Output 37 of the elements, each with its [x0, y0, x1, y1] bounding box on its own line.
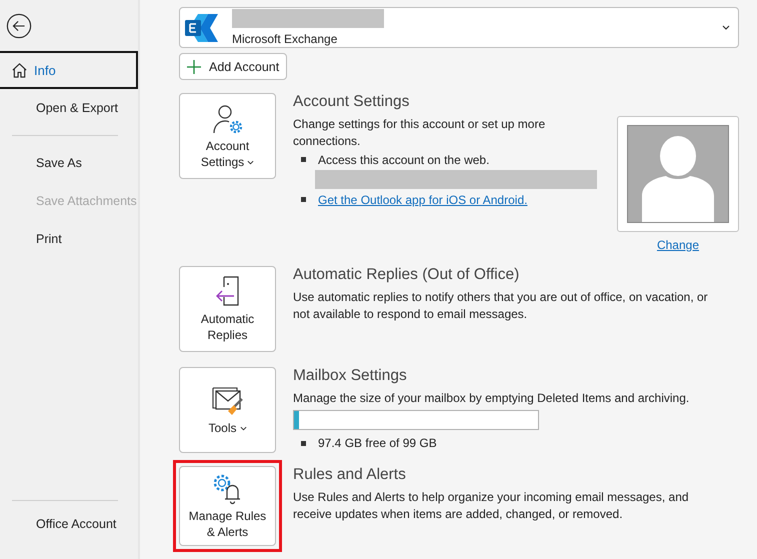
- action-button[interactable]: Manage Rules & Alerts: [179, 466, 276, 546]
- section-description: Manage the size of your mailbox by emptying Deleted Items and archiving.: [293, 390, 690, 407]
- section-title: Automatic Replies (Out of Office): [293, 266, 520, 284]
- chevron-icon: [722, 25, 730, 30]
- action-button[interactable]: Automatic Replies: [179, 266, 276, 352]
- sidebar-item[interactable]: Save As: [0, 144, 138, 182]
- bullet-icon: [301, 440, 306, 446]
- home-icon: [11, 62, 28, 78]
- back-icon[interactable]: [6, 13, 32, 39]
- section-description: Change settings for this account or set up more connections.: [293, 116, 546, 150]
- exchange-logo-icon: [184, 12, 220, 42]
- add-account-button[interactable]: Add Account: [179, 53, 288, 80]
- sidebar-item[interactable]: Open & Export: [0, 89, 138, 127]
- chevron-icon: [240, 426, 246, 431]
- plus-icon: [187, 60, 201, 74]
- section-description: Use automatic replies to notify others that you are out of office, on vacation, or not available to respond to email messages.: [293, 289, 709, 323]
- envelope-brush-icon: [212, 384, 244, 416]
- change-photo-link[interactable]: Change: [656, 238, 700, 252]
- avatar-icon: [627, 125, 729, 223]
- outlook-app-link[interactable]: Get the Outlook app for iOS or Android.: [318, 192, 528, 206]
- action-button[interactable]: Tools: [179, 367, 276, 453]
- chevron-icon: [247, 160, 254, 165]
- person-gear-icon: [212, 102, 244, 134]
- account-type: Microsoft Exchange: [232, 32, 338, 46]
- section-title: Account Settings: [293, 93, 410, 111]
- section-title: Rules and Alerts: [293, 466, 407, 484]
- bullet-text: Access this account on the web.: [318, 152, 490, 166]
- storage-text: 97.4 GB free of 99 GB: [318, 436, 437, 450]
- bullet-icon: [301, 157, 306, 162]
- section-title: Mailbox Settings: [293, 367, 408, 385]
- action-button[interactable]: Account Settings: [179, 93, 276, 179]
- section-description: Use Rules and Alerts to help organize your incoming email messages, and receive updates when items are added, changed, or removed.: [293, 489, 690, 523]
- sidebar-item[interactable]: Office Account: [0, 505, 138, 543]
- sidebar-item[interactable]: Info: [0, 51, 138, 89]
- account-dropdown[interactable]: Microsoft Exchange: [179, 7, 739, 48]
- bullet-icon: [301, 197, 306, 202]
- sidebar-item[interactable]: Print: [0, 220, 138, 258]
